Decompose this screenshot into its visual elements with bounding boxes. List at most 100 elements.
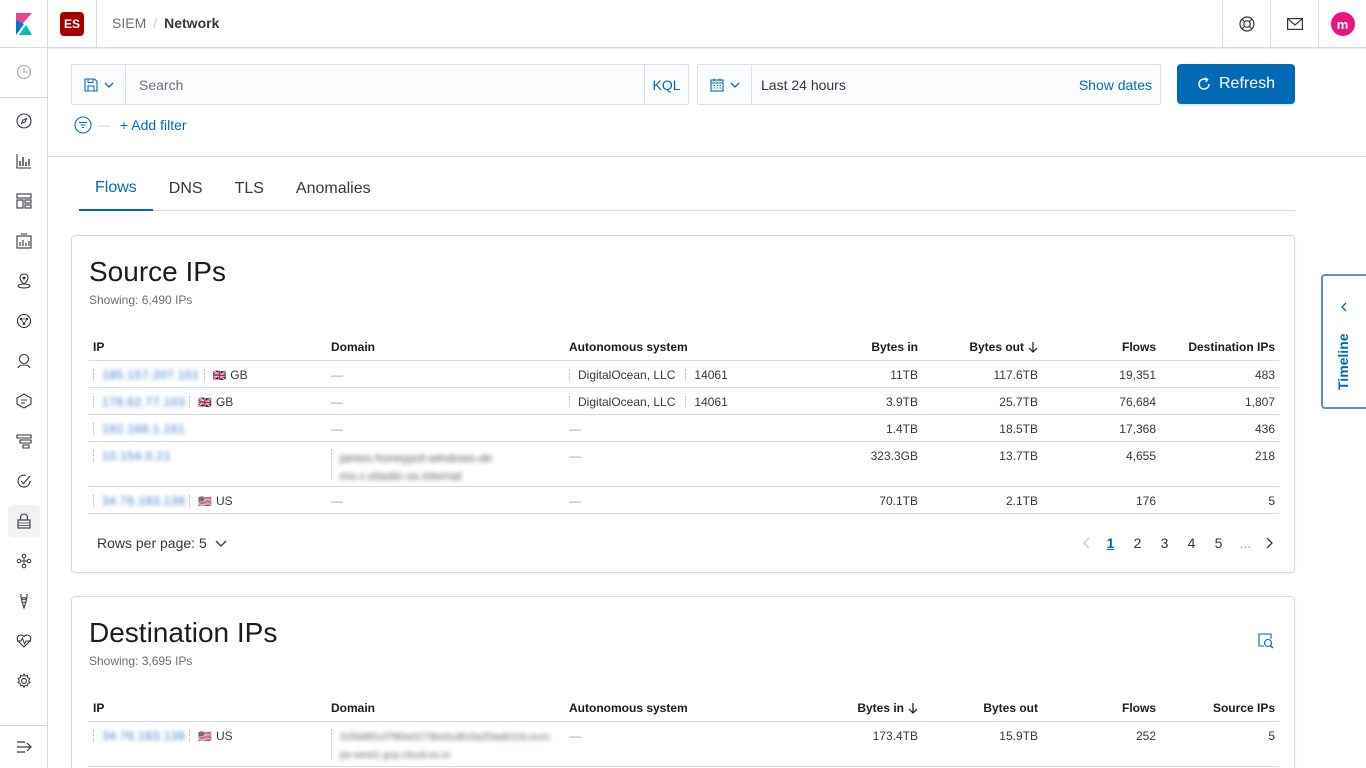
ip-link[interactable]: 178.62.77.103: [102, 395, 185, 409]
page-4[interactable]: 4: [1178, 535, 1205, 551]
nav-collapse[interactable]: [0, 727, 48, 767]
help-button[interactable]: [1222, 0, 1270, 48]
nav-infrastructure[interactable]: [0, 341, 48, 381]
as-name[interactable]: DigitalOcean, LLC: [578, 395, 675, 409]
drag-handle[interactable]: [569, 369, 571, 381]
chevron-right-icon[interactable]: [1259, 536, 1279, 550]
nav-discover[interactable]: [0, 101, 48, 141]
nav-logs[interactable]: [0, 381, 48, 421]
nav-apm[interactable]: [0, 421, 48, 461]
search-input[interactable]: [126, 65, 645, 104]
column-autonomous-system: Autonomous system: [569, 340, 688, 354]
clock-icon: [16, 64, 32, 80]
nav-canvas[interactable]: [0, 221, 48, 261]
drag-handle[interactable]: [331, 729, 333, 759]
ip-link[interactable]: 10.154.0.21: [102, 449, 171, 463]
column-domain: Domain: [331, 340, 376, 354]
nav-divider: [0, 97, 47, 98]
tab-tls[interactable]: TLS: [219, 167, 280, 211]
nav-siem[interactable]: [0, 501, 48, 541]
page-1[interactable]: 1: [1097, 535, 1124, 551]
mail-button[interactable]: [1270, 0, 1318, 48]
drag-handle[interactable]: [93, 495, 95, 507]
column-ip[interactable]: IP: [93, 701, 104, 715]
drag-handle[interactable]: [685, 396, 687, 408]
flows-cell: 76,684: [1119, 395, 1156, 409]
show-dates-link[interactable]: Show dates: [1079, 77, 1152, 93]
drag-handle[interactable]: [93, 423, 95, 435]
column-flows[interactable]: Flows: [1049, 701, 1156, 715]
ip-cell: 178.62.77.103 🇬🇧 GB: [93, 395, 233, 409]
breadcrumb-siem[interactable]: SIEM: [112, 15, 146, 31]
add-filter-button[interactable]: + Add filter: [120, 117, 187, 133]
drag-handle[interactable]: [203, 369, 206, 381]
ip-link[interactable]: 34.76.183.138: [102, 729, 185, 743]
chevron-left-icon[interactable]: [1077, 536, 1097, 550]
drag-handle[interactable]: [93, 730, 95, 742]
column-bytes-out[interactable]: Bytes out: [919, 340, 1038, 354]
drag-handle[interactable]: [93, 450, 95, 462]
drag-handle[interactable]: [93, 369, 95, 381]
page-5[interactable]: 5: [1205, 535, 1232, 551]
logs-icon: [16, 393, 32, 409]
date-range-label[interactable]: Last 24 hours: [761, 77, 846, 93]
nav-management[interactable]: [0, 661, 48, 701]
as-number[interactable]: 14061: [694, 395, 727, 409]
page-2[interactable]: 2: [1124, 535, 1151, 551]
nav-dashboard[interactable]: [0, 181, 48, 221]
column-destination-ips[interactable]: Destination IPs: [1159, 340, 1275, 354]
tab-flows[interactable]: Flows: [79, 167, 153, 211]
nav-maps[interactable]: [0, 261, 48, 301]
domain-link[interactable]: 31f0d8f1cf7f80e0273be5cd51fa2f3ad011b.eu…: [340, 729, 553, 765]
column-bytes-out[interactable]: Bytes out: [919, 701, 1038, 715]
ip-link[interactable]: 192.168.1.161: [102, 422, 185, 436]
nav-monitoring[interactable]: [0, 621, 48, 661]
inspect-button[interactable]: [1258, 633, 1274, 649]
drag-handle[interactable]: [569, 396, 571, 408]
flows-cell: 4,655: [1125, 449, 1156, 463]
query-language-button[interactable]: KQL: [644, 65, 688, 104]
page-3[interactable]: 3: [1151, 535, 1178, 551]
chevron-down-icon: [215, 540, 227, 547]
breadcrumb: SIEM / Network: [112, 15, 219, 31]
destination-ips-title: Destination IPs: [89, 617, 278, 648]
column-ip[interactable]: IP: [93, 340, 104, 354]
nav-uptime[interactable]: [0, 461, 48, 501]
tab-anomalies[interactable]: Anomalies: [280, 167, 387, 211]
ip-cell: 185.157.207.151 🇬🇧 GB: [93, 368, 248, 382]
rows-per-page-button[interactable]: Rows per page: 5: [97, 535, 227, 551]
column-flows[interactable]: Flows: [1049, 340, 1156, 354]
drag-handle[interactable]: [685, 369, 687, 381]
ip-link[interactable]: 185.157.207.151: [102, 368, 200, 382]
column-source-ips[interactable]: Source IPs: [1159, 701, 1275, 715]
nav-dev-tools[interactable]: [0, 581, 48, 621]
drag-handle[interactable]: [189, 495, 191, 507]
timeline-flyout-button[interactable]: Timeline: [1321, 274, 1366, 409]
quick-select-button[interactable]: [698, 65, 752, 104]
tab-dns[interactable]: DNS: [153, 167, 219, 211]
domain-link[interactable]: james-honeypot-windows-demo.c.elastic-ss…: [340, 449, 501, 485]
side-navigation: [0, 48, 48, 768]
column-bytes-in[interactable]: Bytes in: [809, 340, 918, 354]
nav-visualize[interactable]: [0, 141, 48, 181]
drag-handle[interactable]: [93, 396, 95, 408]
refresh-button[interactable]: Refresh: [1177, 64, 1295, 104]
nav-recently-viewed[interactable]: [0, 52, 48, 92]
main-content: Flows DNS TLS Anomalies Source IPs Showi…: [48, 157, 1366, 768]
ip-link[interactable]: 34.76.183.138: [102, 494, 185, 508]
as-number[interactable]: 14061: [694, 368, 727, 382]
nav-machine-learning[interactable]: [0, 301, 48, 341]
as-name[interactable]: DigitalOcean, LLC: [578, 368, 675, 382]
drag-handle[interactable]: [189, 396, 191, 408]
saved-query-button[interactable]: [72, 65, 126, 104]
space-avatar[interactable]: ES: [60, 12, 84, 36]
flag-icon: 🇺🇸: [198, 730, 212, 743]
kibana-logo[interactable]: [0, 0, 48, 48]
drag-handle[interactable]: [189, 730, 191, 742]
user-menu-button[interactable]: m: [1318, 0, 1366, 48]
filter-icon[interactable]: [74, 116, 92, 134]
drag-handle[interactable]: [331, 449, 333, 479]
column-bytes-in[interactable]: Bytes in: [809, 701, 918, 715]
nav-graph[interactable]: [0, 541, 48, 581]
bytes-out-cell: 15.9TB: [999, 729, 1038, 743]
